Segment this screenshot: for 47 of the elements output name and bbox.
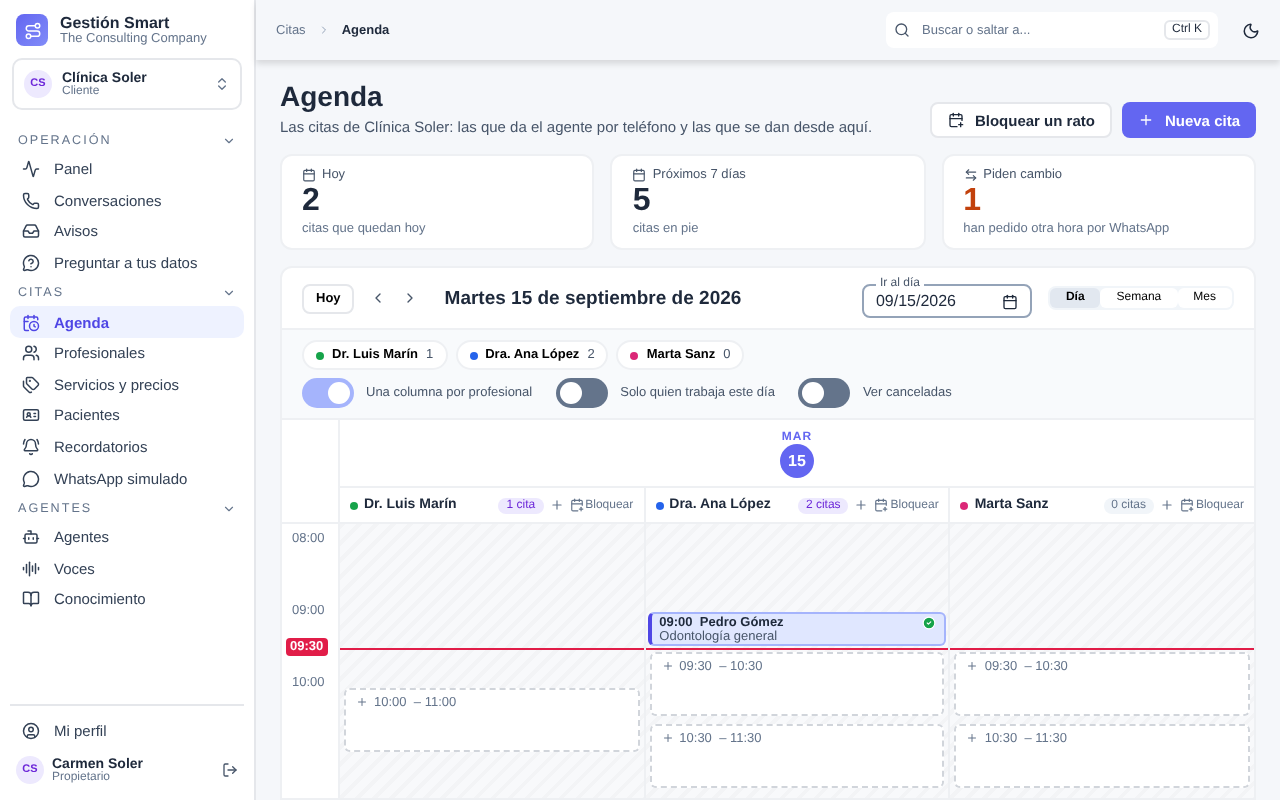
- bell-icon: [22, 438, 40, 457]
- toggle-switch[interactable]: [302, 378, 354, 408]
- pulse-icon: [22, 160, 40, 179]
- toggle-switch[interactable]: [556, 378, 609, 408]
- calendar-icon: [948, 112, 965, 128]
- inbox-icon: [22, 222, 40, 241]
- search-icon: [894, 22, 910, 38]
- calendar-icon: [569, 498, 584, 512]
- stat-value: 5: [632, 184, 653, 220]
- plus-icon: [966, 732, 979, 744]
- chevron-down-icon[interactable]: [222, 134, 236, 148]
- brand-name: Gestión Smart: [60, 14, 172, 32]
- plus-icon: [356, 696, 368, 708]
- plus-icon: [1138, 112, 1155, 128]
- stat-value: 1: [963, 184, 984, 220]
- chat-bubble-icon: [22, 469, 40, 488]
- plus-icon: [661, 732, 674, 744]
- calendar-icon: [302, 168, 316, 182]
- calendar-icon: [874, 498, 889, 512]
- book-icon: [22, 590, 40, 609]
- calendar-icon: [22, 313, 40, 332]
- tag-icon: [22, 375, 40, 394]
- question-bubble-icon: [22, 254, 40, 273]
- logo-icon: [16, 14, 48, 46]
- chevron-down-icon[interactable]: [222, 286, 236, 301]
- theme-toggle-icon[interactable]: [1242, 21, 1260, 39]
- logout-icon[interactable]: [222, 762, 238, 778]
- swap-icon: [963, 168, 978, 182]
- chevrons-icon: [214, 76, 230, 92]
- page-title: Agenda: [280, 80, 385, 112]
- calendar-icon: [632, 168, 647, 182]
- date-title: Martes 15 de septiembre de 2026: [444, 287, 742, 309]
- stat-value: 2: [302, 184, 322, 220]
- user-icon: [22, 721, 40, 740]
- users-icon: [22, 344, 40, 363]
- id-card-icon: [22, 406, 40, 425]
- robot-icon: [22, 528, 40, 547]
- calendar-icon: [1179, 498, 1194, 512]
- chevron-down-icon[interactable]: [222, 501, 236, 516]
- calendar-icon[interactable]: [1001, 293, 1018, 309]
- phone-icon: [22, 191, 40, 210]
- chevron-right-icon: [317, 24, 330, 36]
- toggle-switch[interactable]: [798, 378, 851, 408]
- sound-wave-icon: [22, 559, 40, 578]
- plus-icon: [661, 660, 674, 672]
- day-number: 15: [780, 444, 814, 478]
- plus-icon: [966, 660, 979, 672]
